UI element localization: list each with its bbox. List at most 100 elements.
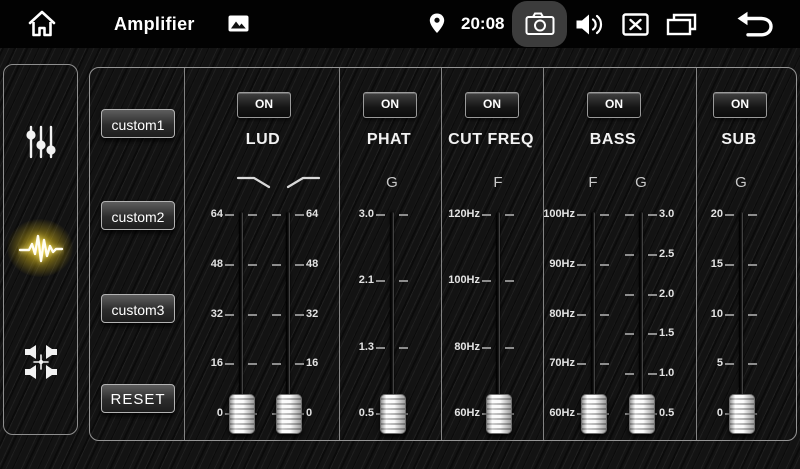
tick-mark: [295, 314, 304, 316]
tick-mark: [505, 347, 514, 349]
on-button-phat[interactable]: ON: [363, 92, 417, 118]
tick-mark: [648, 294, 657, 296]
tick-label: 80Hz: [420, 341, 480, 353]
panel-divider: [441, 68, 442, 440]
tick-mark: [248, 363, 257, 365]
slider-knob-bass[interactable]: [629, 394, 655, 434]
tick-mark: [225, 214, 234, 216]
panel-divider: [543, 68, 544, 440]
home-icon[interactable]: [26, 9, 58, 39]
tick-mark: [600, 363, 609, 365]
tick-mark: [272, 264, 281, 266]
tick-mark: [248, 264, 257, 266]
tick-mark: [577, 214, 586, 216]
amplifier-screen: { "topbar": { "title": "Amplifier", "tim…: [0, 0, 800, 469]
tick-label: 32: [306, 308, 366, 320]
on-button-lud[interactable]: ON: [237, 92, 291, 118]
tick-label: 80Hz: [515, 308, 575, 320]
tick-label: 16: [306, 357, 366, 369]
on-button-bass[interactable]: ON: [587, 92, 641, 118]
tick-mark: [725, 264, 734, 266]
panel-divider: [339, 68, 340, 440]
tick-mark: [505, 214, 514, 216]
status-bar: Amplifier 20:08: [0, 0, 800, 48]
slider-knob-phat[interactable]: [380, 394, 406, 434]
slider-knob-lud[interactable]: [229, 394, 255, 434]
sidebar: [3, 64, 78, 435]
tick-mark: [600, 314, 609, 316]
tick-mark: [295, 363, 304, 365]
tick-mark: [725, 363, 734, 365]
tick-mark: [648, 333, 657, 335]
band-label-cut-freq: F: [468, 174, 528, 191]
panel-title-lud: LUD: [193, 131, 333, 149]
amplifier-panel: custom1 custom2 custom3 RESET ONLUD64483…: [89, 67, 797, 441]
clock: 20:08: [461, 0, 504, 48]
tick-mark: [748, 214, 757, 216]
panel-divider: [184, 68, 185, 440]
slider-knob-lud[interactable]: [276, 394, 302, 434]
tick-mark: [625, 333, 634, 335]
tick-label: 1.5: [659, 327, 719, 339]
tick-mark: [725, 314, 734, 316]
tick-label: 48: [163, 258, 223, 270]
tick-label: 32: [163, 308, 223, 320]
close-window-icon[interactable]: [622, 13, 649, 36]
slider-knob-bass[interactable]: [581, 394, 607, 434]
tick-mark: [482, 280, 491, 282]
tick-mark: [272, 314, 281, 316]
tick-label: 60Hz: [515, 407, 575, 419]
tick-mark: [225, 363, 234, 365]
tick-mark: [248, 314, 257, 316]
tick-mark: [272, 363, 281, 365]
sidebar-item-equalizer[interactable]: [4, 121, 77, 163]
slider-knob-sub[interactable]: [729, 394, 755, 434]
panel-title-sub: SUB: [669, 131, 800, 149]
camera-button[interactable]: [512, 1, 567, 47]
sidebar-item-speaker-balance[interactable]: [4, 341, 77, 383]
shelf-rolloff-icon: [235, 172, 275, 190]
tick-mark: [577, 264, 586, 266]
tick-mark: [748, 314, 757, 316]
tick-mark: [577, 314, 586, 316]
image-icon[interactable]: [228, 15, 249, 32]
tick-mark: [625, 254, 634, 256]
preset-custom1-button[interactable]: custom1: [101, 109, 175, 138]
sidebar-item-sound-effects[interactable]: [4, 231, 77, 265]
panel-title-cut-freq: CUT FREQ: [421, 131, 561, 149]
tick-mark: [225, 314, 234, 316]
tick-label: 10: [663, 308, 723, 320]
slider-knob-cut-freq[interactable]: [486, 394, 512, 434]
tick-mark: [399, 280, 408, 282]
on-button-cut-freq[interactable]: ON: [465, 92, 519, 118]
tick-mark: [225, 264, 234, 266]
tick-mark: [725, 214, 734, 216]
tick-label: 15: [663, 258, 723, 270]
tick-mark: [600, 214, 609, 216]
back-icon[interactable]: [735, 11, 773, 38]
on-button-sub[interactable]: ON: [713, 92, 767, 118]
tick-label: 60Hz: [420, 407, 480, 419]
tick-mark: [248, 214, 257, 216]
location-icon: [429, 13, 445, 34]
tick-label: 2.1: [314, 274, 374, 286]
volume-icon[interactable]: [575, 12, 604, 37]
recent-apps-icon[interactable]: [666, 13, 697, 36]
tick-mark: [399, 347, 408, 349]
panel-title-bass: BASS: [543, 131, 683, 149]
tick-mark: [376, 280, 385, 282]
tick-mark: [376, 214, 385, 216]
tick-mark: [748, 363, 757, 365]
band-label-sub: G: [711, 174, 771, 191]
tick-label: 48: [306, 258, 366, 270]
sound-wave-icon: [18, 229, 64, 267]
band-label-bass: G: [611, 174, 671, 191]
tick-label: 1.3: [314, 341, 374, 353]
eq-sliders-icon: [22, 124, 60, 160]
tick-label: 2.0: [659, 288, 719, 300]
tick-label: 100Hz: [515, 208, 575, 220]
tick-mark: [399, 214, 408, 216]
tick-mark: [648, 214, 657, 216]
tick-label: 20: [663, 208, 723, 220]
tick-mark: [272, 214, 281, 216]
